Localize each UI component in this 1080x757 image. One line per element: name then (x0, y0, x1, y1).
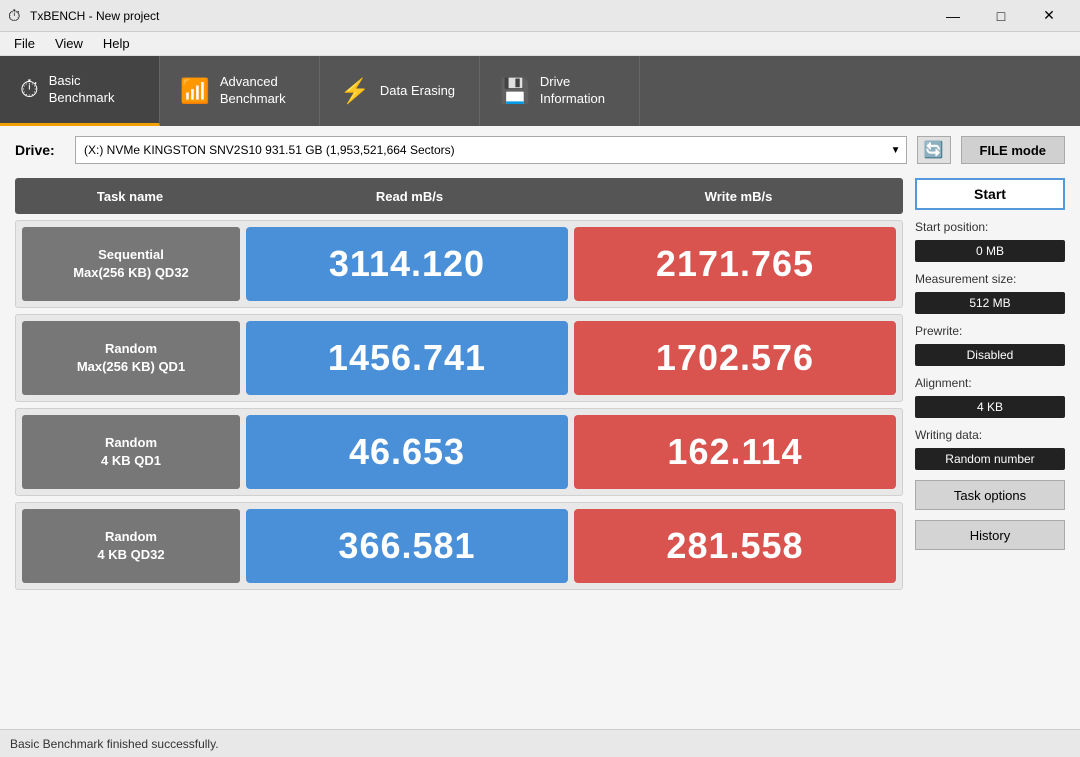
tab-data-erasing-label: Data Erasing (380, 83, 455, 100)
header-write: Write mB/s (574, 178, 903, 214)
right-panel: Start Start position: 0 MB Measurement s… (915, 178, 1065, 719)
data-erasing-icon: ⚡ (340, 77, 370, 106)
minimize-button[interactable]: — (930, 0, 976, 32)
alignment-label: Alignment: (915, 376, 1065, 390)
bench-write-3: 281.558 (574, 509, 896, 583)
bench-table: Task name Read mB/s Write mB/s Sequentia… (15, 178, 903, 719)
bench-row-name-1: RandomMax(256 KB) QD1 (22, 321, 240, 395)
status-bar: Basic Benchmark finished successfully. (0, 729, 1080, 757)
bench-row-sequential: SequentialMax(256 KB) QD32 3114.120 2171… (15, 220, 903, 308)
main-content: Drive: (X:) NVMe KINGSTON SNV2S10 931.51… (0, 126, 1080, 729)
drive-select[interactable]: (X:) NVMe KINGSTON SNV2S10 931.51 GB (1,… (75, 136, 907, 164)
tab-drive-information-label: DriveInformation (540, 74, 605, 108)
drive-select-wrapper: (X:) NVMe KINGSTON SNV2S10 931.51 GB (1,… (75, 136, 907, 164)
file-mode-button[interactable]: FILE mode (961, 136, 1065, 164)
bench-write-0: 2171.765 (574, 227, 896, 301)
start-position-label: Start position: (915, 220, 1065, 234)
task-options-button[interactable]: Task options (915, 480, 1065, 510)
measurement-size-label: Measurement size: (915, 272, 1065, 286)
drive-refresh-button[interactable]: 🔄 (917, 136, 951, 164)
benchmark-area: Task name Read mB/s Write mB/s Sequentia… (15, 178, 1065, 719)
start-button[interactable]: Start (915, 178, 1065, 210)
tab-advanced-benchmark[interactable]: 📶 AdvancedBenchmark (160, 56, 320, 126)
bench-row-name-0: SequentialMax(256 KB) QD32 (22, 227, 240, 301)
bench-read-2: 46.653 (246, 415, 568, 489)
bench-read-3: 366.581 (246, 509, 568, 583)
bench-read-1: 1456.741 (246, 321, 568, 395)
bench-read-0: 3114.120 (246, 227, 568, 301)
writing-data-label: Writing data: (915, 428, 1065, 442)
bench-row-random-4kb-qd1: Random4 KB QD1 46.653 162.114 (15, 408, 903, 496)
window-controls: — □ ✕ (930, 0, 1072, 32)
alignment-value: 4 KB (915, 396, 1065, 418)
history-button[interactable]: History (915, 520, 1065, 550)
start-position-value: 0 MB (915, 240, 1065, 262)
title-bar: ⏱ TxBENCH - New project — □ ✕ (0, 0, 1080, 32)
menu-bar: File View Help (0, 32, 1080, 56)
advanced-benchmark-icon: 📶 (180, 77, 210, 106)
header-read: Read mB/s (245, 178, 574, 214)
window-title: TxBENCH - New project (30, 9, 930, 23)
bench-header: Task name Read mB/s Write mB/s (15, 178, 903, 214)
tab-drive-information[interactable]: 💾 DriveInformation (480, 56, 640, 126)
menu-file[interactable]: File (4, 34, 45, 53)
writing-data-value: Random number (915, 448, 1065, 470)
bench-write-1: 1702.576 (574, 321, 896, 395)
menu-help[interactable]: Help (93, 34, 140, 53)
tab-data-erasing[interactable]: ⚡ Data Erasing (320, 56, 480, 126)
close-button[interactable]: ✕ (1026, 0, 1072, 32)
bench-row-random-4kb-qd32: Random4 KB QD32 366.581 281.558 (15, 502, 903, 590)
bench-row-random-256kb: RandomMax(256 KB) QD1 1456.741 1702.576 (15, 314, 903, 402)
drive-information-icon: 💾 (500, 77, 530, 106)
bench-row-name-2: Random4 KB QD1 (22, 415, 240, 489)
prewrite-value: Disabled (915, 344, 1065, 366)
maximize-button[interactable]: □ (978, 0, 1024, 32)
menu-view[interactable]: View (45, 34, 93, 53)
drive-row: Drive: (X:) NVMe KINGSTON SNV2S10 931.51… (15, 136, 1065, 164)
tab-basic-benchmark[interactable]: ⏱ BasicBenchmark (0, 56, 160, 126)
tab-bar: ⏱ BasicBenchmark 📶 AdvancedBenchmark ⚡ D… (0, 56, 1080, 126)
drive-label: Drive: (15, 142, 65, 158)
status-text: Basic Benchmark finished successfully. (10, 737, 219, 751)
header-task-name: Task name (15, 178, 245, 214)
prewrite-label: Prewrite: (915, 324, 1065, 338)
tab-advanced-benchmark-label: AdvancedBenchmark (220, 74, 286, 108)
tab-basic-benchmark-label: BasicBenchmark (49, 73, 115, 107)
bench-row-name-3: Random4 KB QD32 (22, 509, 240, 583)
basic-benchmark-icon: ⏱ (20, 76, 39, 104)
app-icon: ⏱ (8, 8, 24, 24)
measurement-size-value: 512 MB (915, 292, 1065, 314)
bench-write-2: 162.114 (574, 415, 896, 489)
